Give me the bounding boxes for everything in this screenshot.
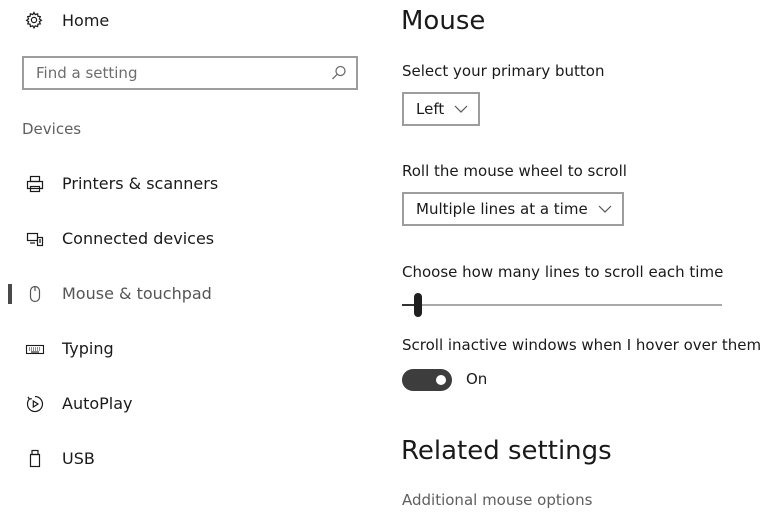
selection-indicator [8,449,12,469]
chevron-down-icon [598,205,612,213]
primary-button-value: Left [416,100,445,118]
sidebar-item-label: Mouse & touchpad [62,284,212,303]
sidebar-item-usb[interactable]: USB [0,439,360,479]
sidebar-item-mouse-touchpad[interactable]: Mouse & touchpad [0,274,360,314]
keyboard-icon [24,339,46,359]
inactive-scroll-label: Scroll inactive windows when I hover ove… [402,336,760,354]
chevron-down-icon [454,105,468,113]
search-input[interactable] [36,62,326,84]
search-icon[interactable] [330,64,348,82]
sidebar-home[interactable]: Home [24,8,109,32]
selection-indicator [8,229,12,249]
sidebar-item-printers-scanners[interactable]: Printers & scanners [0,164,360,204]
sidebar-item-autoplay[interactable]: AutoPlay [0,384,360,424]
slider-thumb[interactable] [414,293,422,317]
search-box [22,56,358,90]
toggle-knob [436,375,446,385]
toggle-state-label: On [466,370,488,388]
category-label: Devices [22,120,82,138]
inactive-scroll-toggle[interactable] [402,369,452,391]
home-label: Home [62,10,110,30]
lines-scroll-slider[interactable] [402,293,722,319]
wheel-scroll-dropdown[interactable]: Multiple lines at a time [402,192,624,226]
slider-track [402,304,722,306]
wheel-scroll-label: Roll the mouse wheel to scroll [402,162,627,180]
additional-mouse-options-link[interactable]: Additional mouse options [402,491,592,509]
usb-icon [24,449,46,469]
page-title: Mouse [401,6,486,36]
wheel-scroll-value: Multiple lines at a time [416,200,588,218]
sidebar-item-label: Connected devices [62,229,215,248]
lines-scroll-label: Choose how many lines to scroll each tim… [402,263,724,281]
sidebar-item-typing[interactable]: Typing [0,329,360,369]
primary-button-dropdown[interactable]: Left [402,92,480,126]
connected-devices-icon [24,229,46,249]
sidebar-item-label: USB [62,449,95,468]
sidebar-item-label: Typing [62,339,114,358]
sidebar-item-label: Printers & scanners [62,174,219,193]
selection-indicator [8,339,12,359]
sidebar-item-label: AutoPlay [62,394,133,413]
selection-indicator [8,284,12,304]
printer-icon [24,174,46,194]
gear-icon [24,10,44,30]
sidebar-item-connected-devices[interactable]: Connected devices [0,219,360,259]
selection-indicator [8,394,12,414]
primary-button-label: Select your primary button [402,62,605,80]
autoplay-icon [24,394,46,414]
selection-indicator [8,174,12,194]
mouse-icon [24,284,46,304]
related-settings-title: Related settings [401,436,612,466]
